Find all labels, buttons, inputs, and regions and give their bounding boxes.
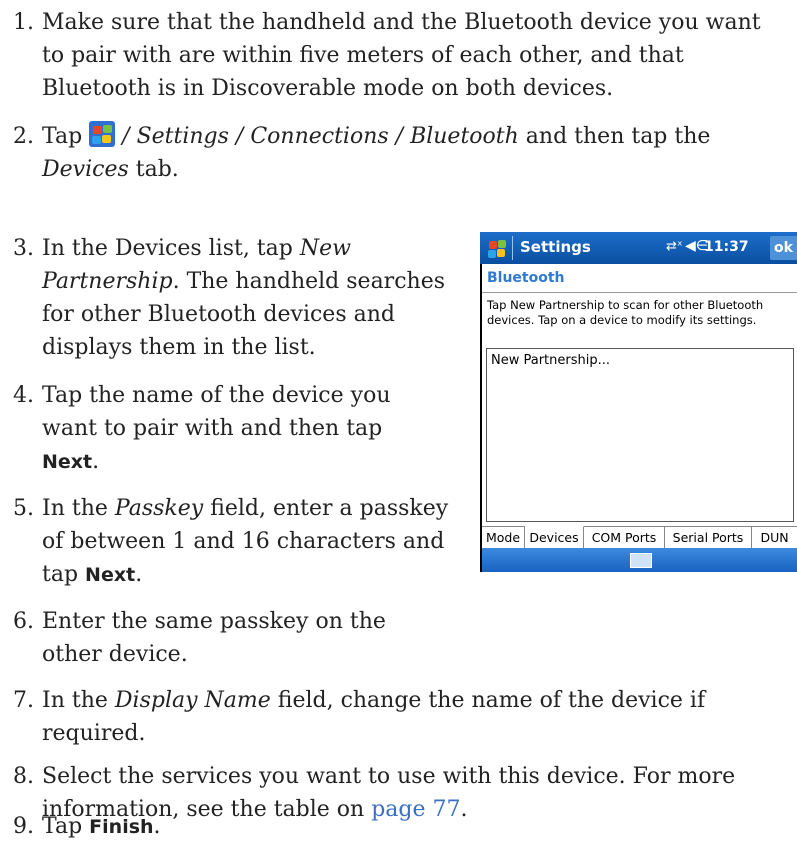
step-text: In the (42, 688, 108, 713)
display-name-field-ref: Display Name (114, 688, 271, 713)
page-title: Bluetooth (487, 270, 565, 286)
step-number: 2. (13, 124, 34, 149)
step-text: field, enter a passkey (210, 496, 449, 521)
step-text: tap (42, 562, 79, 587)
step-number: 5. (13, 496, 34, 521)
heading-divider (482, 292, 797, 293)
devices-tab-name: Devices (42, 157, 129, 182)
keyboard-icon[interactable] (630, 553, 652, 568)
start-menu-icon[interactable] (487, 238, 507, 258)
new-partnership-ref: Partnership (42, 269, 173, 294)
step-text: for other Bluetooth devices and (42, 302, 395, 327)
new-partnership-ref: New (299, 236, 351, 261)
step-text: required. (42, 721, 146, 746)
step-text: tab. (135, 157, 179, 182)
tab-mode[interactable]: Mode (482, 527, 525, 548)
devices-list[interactable]: New Partnership... (486, 348, 794, 522)
connectivity-icon[interactable]: ⇄ˣ (666, 239, 683, 254)
step-number: 6. (13, 609, 34, 634)
list-item-new-partnership[interactable]: New Partnership... (491, 353, 610, 368)
step-text: Make sure that the handheld and the Blue… (42, 10, 761, 35)
tab-dun[interactable]: DUN (752, 527, 797, 548)
step-text: . (135, 562, 143, 587)
step-text: . The handheld searches (172, 269, 445, 294)
step-number: 9. (13, 814, 34, 839)
bluetooth-settings-screenshot: Settings ⇄ˣ ◀∈ 11:37 ok Bluetooth Tap Ne… (480, 232, 797, 572)
settings-content: Bluetooth Tap New Partnership to scan fo… (482, 264, 797, 526)
step-number: 1. (13, 10, 34, 35)
step-text: . (92, 449, 100, 474)
step-number: 4. (13, 383, 34, 408)
step-text: Select the services you want to use with… (42, 764, 736, 789)
next-button-ref: Next (42, 451, 93, 473)
step-text: Tap the name of the device you (42, 383, 391, 408)
windows-start-icon (89, 121, 116, 147)
passkey-field-ref: Passkey (114, 496, 204, 521)
step-number: 7. (13, 688, 34, 713)
title-separator (512, 236, 513, 260)
step-text: Tap (42, 124, 83, 149)
clock[interactable]: 11:37 (704, 239, 749, 255)
instructions-text: Tap New Partnership to scan for other Bl… (487, 298, 764, 327)
step-text: field, change the name of the device if (277, 688, 706, 713)
step-text: Enter the same passkey on the (42, 609, 386, 634)
step-text: Bluetooth is in Discoverable mode on bot… (42, 76, 614, 101)
window-title: Settings (520, 238, 591, 256)
settings-path: / Settings / Connections / Bluetooth (122, 124, 519, 149)
tab-devices[interactable]: Devices (525, 526, 584, 548)
menu-bar (482, 548, 797, 572)
title-bar: Settings ⇄ˣ ◀∈ 11:37 ok (480, 232, 797, 264)
step-text: In the (42, 496, 108, 521)
tab-strip: Mode Devices COM Ports Serial Ports DUN (482, 526, 797, 549)
step-number: 3. (13, 236, 34, 261)
step-text: Tap (42, 814, 83, 839)
step-text: In the Devices list, tap (42, 236, 293, 261)
tab-com-ports[interactable]: COM Ports (584, 527, 665, 548)
step-text: displays them in the list. (42, 335, 316, 360)
ok-button[interactable]: ok (770, 236, 797, 260)
step-text: other device. (42, 642, 188, 667)
step-text: . (153, 814, 161, 839)
next-button-ref: Next (85, 564, 136, 586)
step-text: want to pair with and then tap (42, 416, 383, 441)
tab-serial-ports[interactable]: Serial Ports (665, 527, 752, 548)
step-text: to pair with are within five meters of e… (42, 43, 684, 68)
step-text: of between 1 and 16 characters and (42, 529, 445, 554)
finish-button-ref: Finish (89, 816, 154, 838)
step-text: and then tap the (525, 124, 711, 149)
step-number: 8. (13, 764, 34, 789)
